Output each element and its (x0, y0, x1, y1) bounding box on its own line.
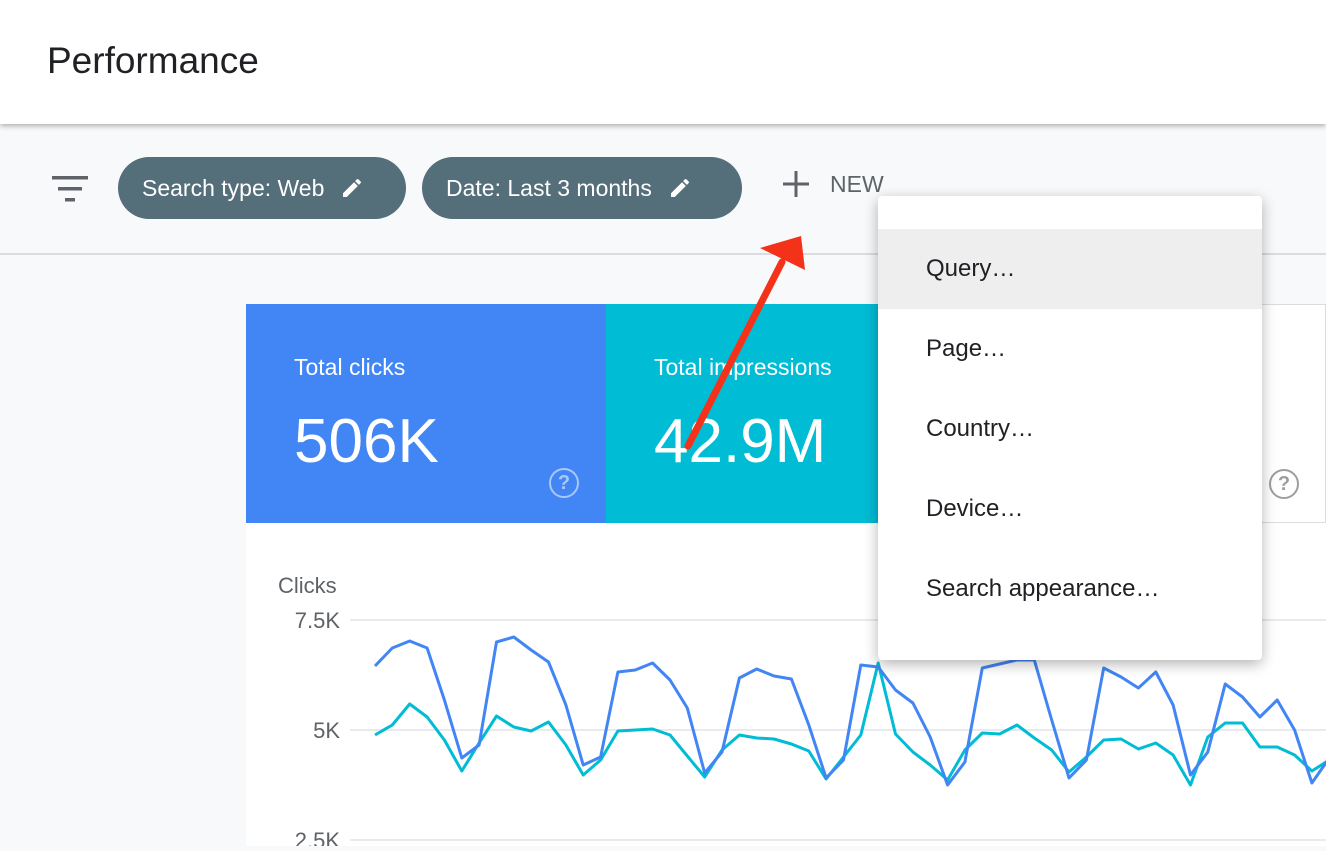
y-tick-label: 7.5K (295, 608, 341, 633)
help-icon[interactable]: ? (1269, 469, 1299, 499)
chip-label: Search type: Web (142, 174, 325, 201)
y-tick-label: 2.5K (295, 828, 341, 846)
filter-list-icon[interactable] (52, 176, 88, 202)
menu-item-device[interactable]: Device… (878, 469, 1262, 549)
new-label: NEW (830, 170, 884, 197)
y-tick-label: 5K (313, 718, 340, 743)
card-label: Total impressions (654, 354, 832, 380)
menu-item-search-appearance[interactable]: Search appearance… (878, 549, 1262, 629)
new-filter-button[interactable]: NEW (780, 168, 884, 200)
page-title: Performance (47, 40, 259, 81)
chip-label: Date: Last 3 months (446, 174, 652, 201)
pencil-icon[interactable] (668, 176, 692, 200)
pencil-icon[interactable] (340, 176, 364, 200)
card-label: Total clicks (294, 354, 406, 380)
menu-item-page[interactable]: Page… (878, 309, 1262, 389)
total-impressions-card[interactable]: Total impressions 42.9M (606, 304, 906, 523)
app-header: Performance (0, 0, 1326, 124)
card-value: 42.9M (654, 407, 827, 476)
menu-item-country[interactable]: Country… (878, 389, 1262, 469)
date-chip[interactable]: Date: Last 3 months (422, 157, 742, 219)
card-value: 506K (294, 407, 439, 476)
search-type-chip[interactable]: Search type: Web (118, 157, 406, 219)
new-filter-menu: Query… Page… Country… Device… Search app… (878, 196, 1262, 660)
total-clicks-card[interactable]: Total clicks 506K ? (246, 304, 606, 523)
plus-icon (783, 171, 809, 197)
y-axis-title: Clicks (278, 573, 337, 598)
help-icon[interactable]: ? (549, 468, 579, 498)
menu-item-query[interactable]: Query… (878, 229, 1262, 309)
